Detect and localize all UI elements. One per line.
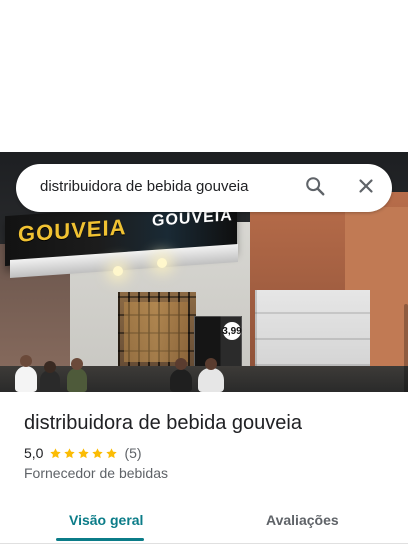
store-shelf [124,302,188,362]
price-badge: 3,99 [222,322,242,340]
light-icon [113,266,123,276]
close-icon [355,175,377,202]
active-tab-indicator [56,538,144,541]
rating-value: 5,0 [24,445,44,461]
person-head [205,358,217,370]
star-rating [49,447,118,460]
star-icon [92,447,104,458]
search-bar[interactable]: distribuidora de bebida gouveia [16,164,392,212]
person [198,368,224,392]
photo-scrollbar[interactable] [404,304,408,392]
person [15,366,37,392]
place-title: distribuidora de bebida gouveia [24,412,302,434]
star-icon [50,447,62,458]
person [40,370,60,392]
search-query[interactable]: distribuidora de bebida gouveia [40,178,248,195]
place-details-panel: distribuidora de bebida gouveia 5,0 (5) … [0,392,408,544]
search-icon [304,175,326,202]
rating-row[interactable]: 5,0 (5) [24,444,142,462]
person [170,369,192,392]
clear-search-button[interactable] [350,172,382,204]
person-head [20,355,32,367]
place-category: Fornecedor de bebidas [24,465,168,481]
tab-reviews[interactable]: Avaliações [266,512,339,528]
star-icon [106,447,118,458]
star-icon [64,447,76,458]
person-head [175,358,187,370]
light-icon [157,258,167,268]
person-head [71,358,83,370]
person-head [44,361,56,373]
top-blank-area [0,0,408,152]
person [67,368,87,392]
tab-overview[interactable]: Visão geral [69,512,143,528]
star-icon [78,447,90,458]
review-count[interactable]: (5) [124,445,141,461]
search-button[interactable] [299,172,331,204]
tab-bar: Visão geral Avaliações [0,500,408,544]
